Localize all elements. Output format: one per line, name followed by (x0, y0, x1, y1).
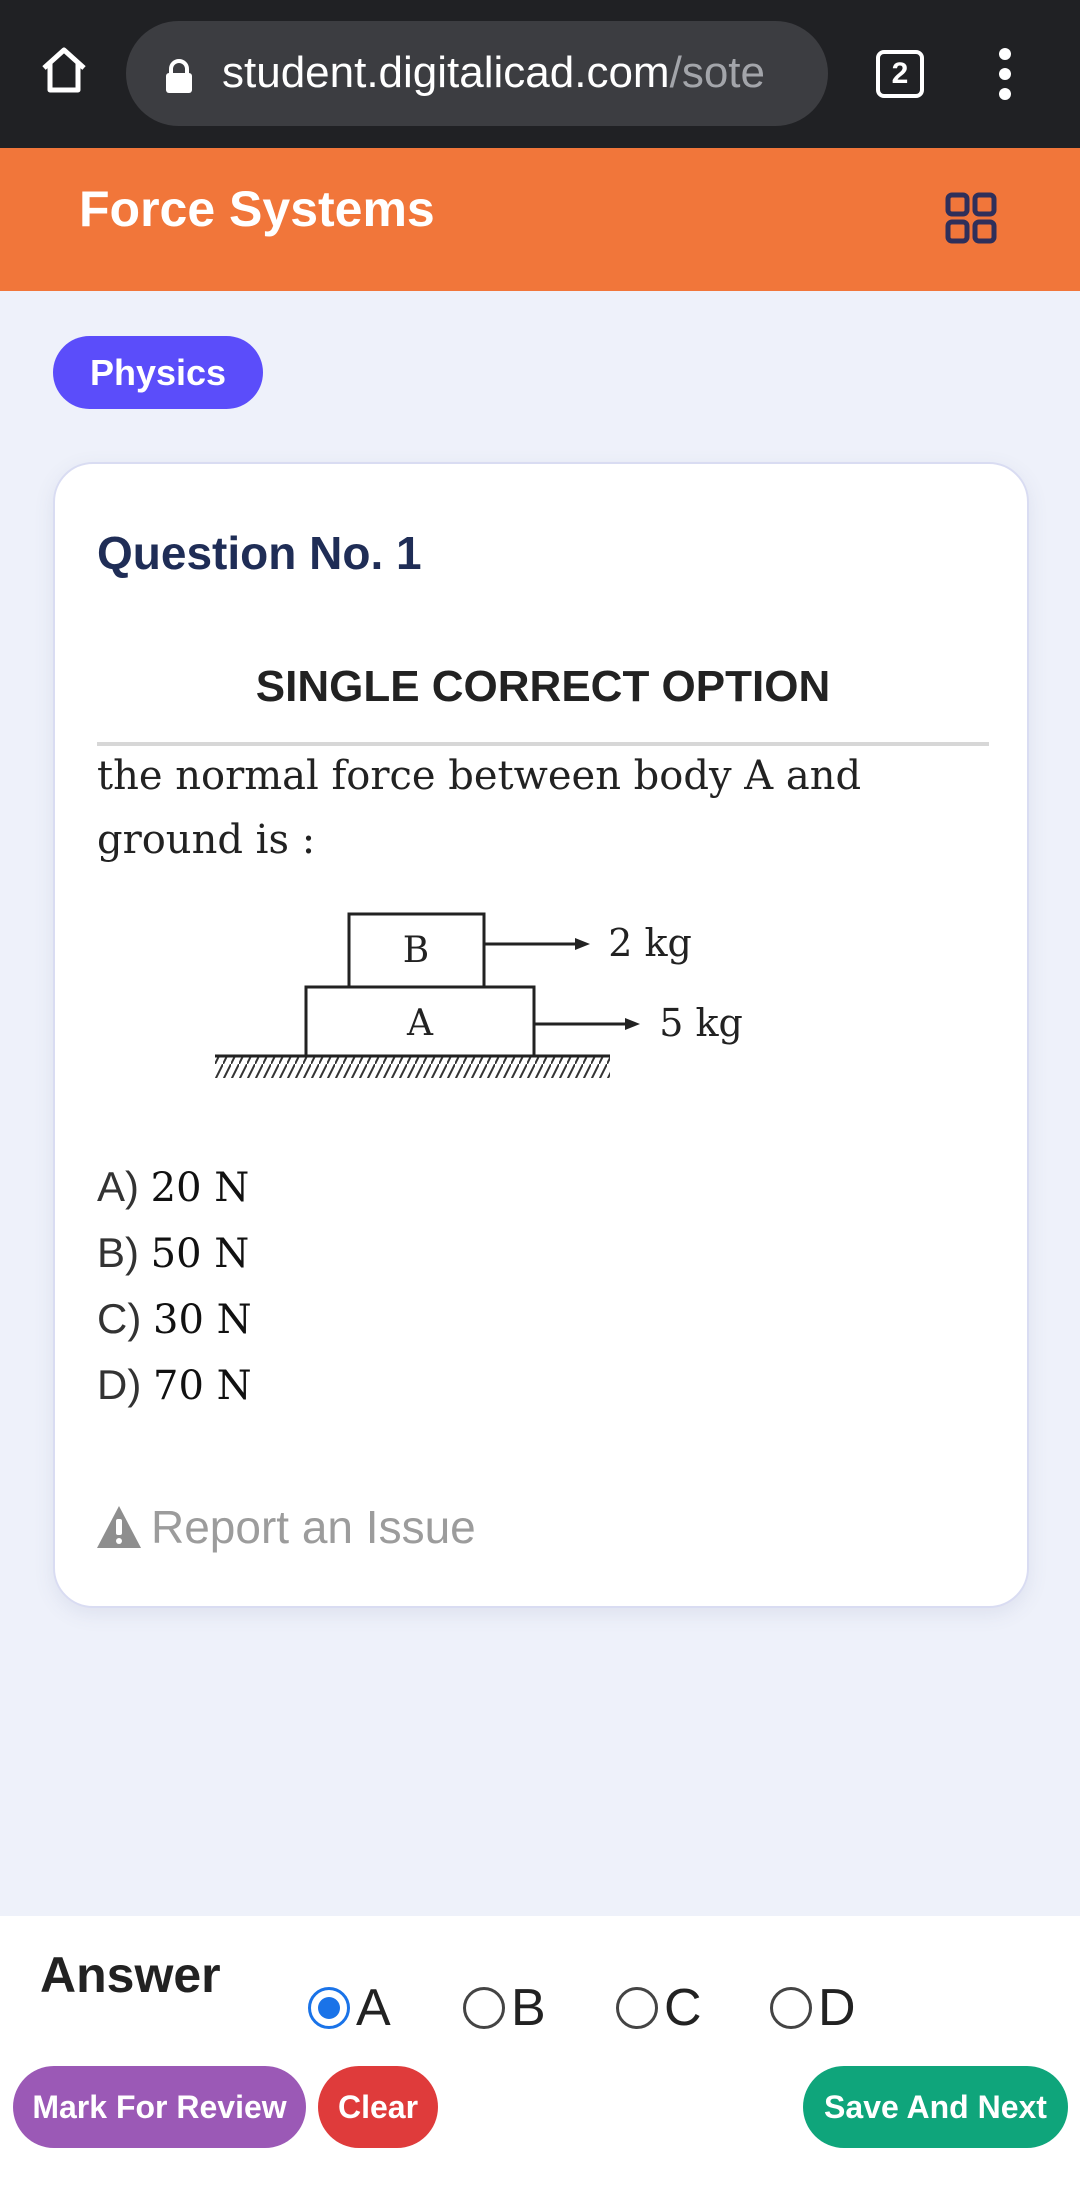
tab-switcher-button[interactable]: 2 (876, 50, 924, 98)
option-c: C) 30 N (97, 1295, 252, 1343)
answer-radio-d[interactable]: D (770, 1976, 856, 2040)
answer-radio-a[interactable]: A (308, 1976, 391, 2040)
answer-radio-b[interactable]: B (463, 1976, 546, 2040)
url-path: /sote (669, 48, 765, 97)
radio-circle[interactable] (616, 1987, 658, 2029)
clear-button[interactable]: Clear (318, 2066, 438, 2148)
save-and-next-button[interactable]: Save And Next (803, 2066, 1068, 2148)
question-text: the normal force between body A and grou… (97, 753, 862, 863)
question-type: SINGLE CORRECT OPTION (255, 662, 831, 711)
mass-bottom-label: 5 kg (659, 1001, 743, 1045)
address-bar[interactable]: student.digitalicad.com/sote (126, 21, 828, 126)
subject-badge[interactable]: Physics (53, 336, 263, 409)
home-icon[interactable] (38, 44, 90, 96)
blocks-diagram: B A 2 kg 5 kg (215, 912, 743, 1078)
lock-icon (166, 59, 192, 93)
url-host: student.digitalicad.com (222, 48, 670, 97)
question-number: Question No. 1 (97, 527, 422, 579)
warning-icon (97, 1506, 141, 1548)
radio-circle[interactable] (770, 1987, 812, 2029)
radio-circle-selected[interactable] (308, 1987, 350, 2029)
answer-radio-c[interactable]: C (616, 1976, 702, 2040)
block-a-label: A (406, 1003, 434, 1044)
answer-label: Answer (40, 1947, 221, 2003)
question-grid-icon[interactable] (945, 192, 997, 244)
mass-top-label: 2 kg (608, 921, 692, 965)
more-menu-icon[interactable] (995, 48, 1015, 104)
radio-circle[interactable] (463, 1987, 505, 2029)
url-text: student.digitalicad.com/sote (222, 43, 765, 103)
browser-toolbar: student.digitalicad.com/sote 2 (0, 0, 1080, 148)
report-issue-link[interactable]: Report an Issue (95, 1500, 476, 1554)
option-a: A) 20 N (97, 1163, 250, 1211)
option-d: D) 70 N (97, 1361, 252, 1409)
mark-for-review-button[interactable]: Mark For Review (13, 2066, 306, 2148)
option-b: B) 50 N (97, 1229, 250, 1277)
page-title: Force Systems (79, 181, 435, 237)
block-b-label: B (403, 930, 429, 971)
app-header: Force Systems (0, 148, 1080, 291)
report-issue-label: Report an Issue (151, 1501, 476, 1553)
options-list: A) 20 N B) 50 N C) 30 N D) 70 N (97, 1154, 252, 1418)
ground-hatch (215, 1056, 610, 1078)
question-card: Question No. 1 SINGLE CORRECT OPTION the… (53, 462, 1029, 1608)
